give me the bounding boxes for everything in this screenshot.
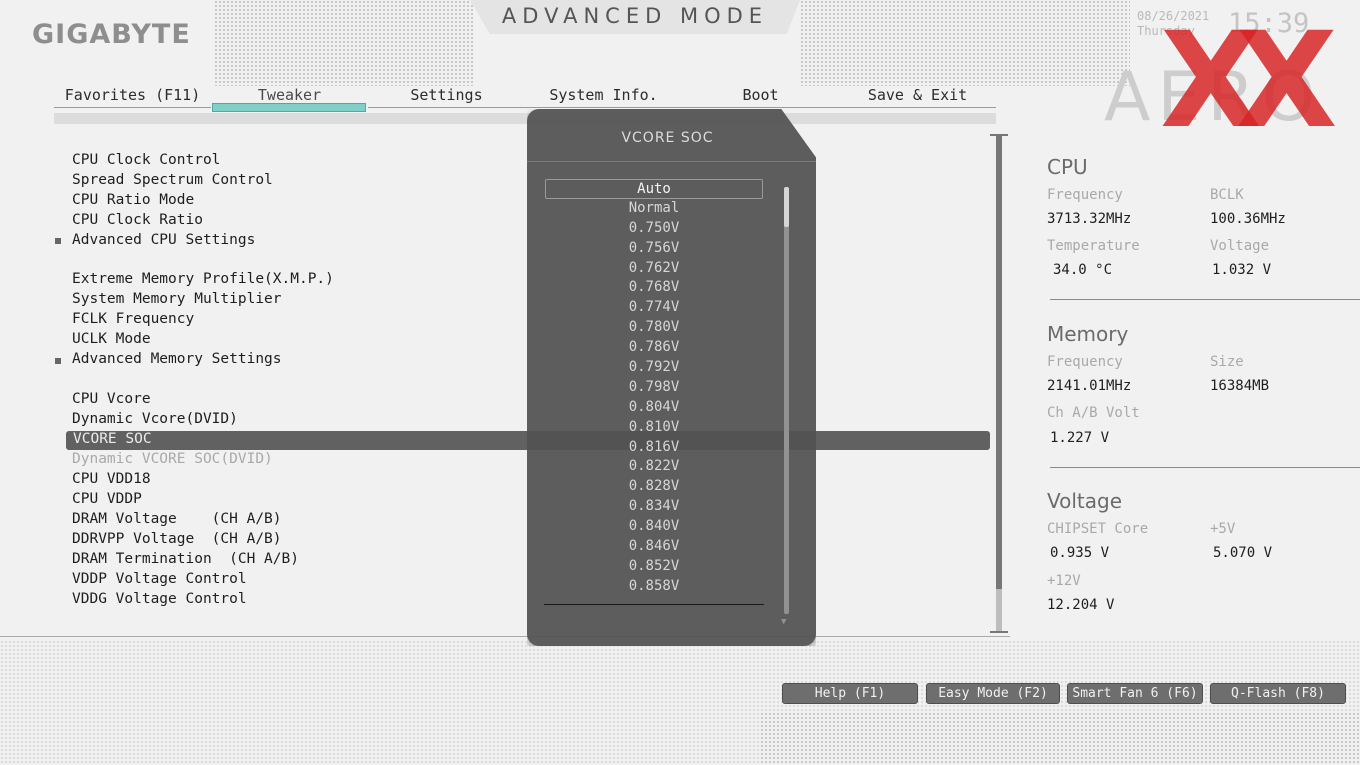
submenu-bullet-icon (55, 238, 61, 244)
popup-option[interactable]: 0.816V (545, 438, 763, 458)
main-scrollbar-thumb[interactable] (996, 589, 1002, 632)
scroll-down-arrow-icon[interactable]: ▼ (781, 617, 786, 627)
popup-option[interactable]: 0.786V (545, 338, 763, 358)
tab-tweaker[interactable]: Tweaker (211, 86, 368, 110)
cpu-section-title: CPU (1047, 155, 1088, 179)
cpu-bclk-label: BCLK (1210, 187, 1244, 203)
voltage-section-title: Voltage (1047, 489, 1123, 513)
menu-item-advanced-memory-settings[interactable]: Advanced Memory Settings (72, 351, 282, 367)
popup-divider (544, 604, 764, 605)
tab-settings[interactable]: Settings (368, 86, 525, 110)
popup-option[interactable]: 0.780V (545, 318, 763, 338)
popup-option[interactable]: 0.846V (545, 537, 763, 557)
main-scrollbar[interactable] (996, 136, 1002, 632)
memory-section-title: Memory (1047, 322, 1129, 346)
popup-option[interactable]: Normal (545, 199, 763, 219)
popup-option[interactable]: 0.768V (545, 278, 763, 298)
memory-volt-value: 1.227 V (1050, 430, 1110, 446)
chipset-core-value: 0.935 V (1050, 545, 1110, 561)
popup-option[interactable]: 0.762V (545, 259, 763, 279)
tab-system-info[interactable]: System Info. (525, 86, 682, 110)
menu-item-dynamic-vcore-soc: Dynamic VCORE SOC(DVID) (72, 451, 273, 467)
menu-item-dram-voltage[interactable]: DRAM Voltage (CH A/B) (72, 511, 282, 527)
memory-volt-label: Ch A/B Volt (1047, 405, 1140, 421)
menu-item-fclk-frequency[interactable]: FCLK Frequency (72, 311, 194, 327)
menu-item-cpu-clock-control[interactable]: CPU Clock Control (72, 152, 220, 168)
cpu-frequency-label: Frequency (1047, 187, 1123, 203)
menu-item-cpu-vcore[interactable]: CPU Vcore (72, 391, 151, 407)
cpu-frequency-value: 3713.32MHz (1047, 211, 1132, 227)
menu-item-vcore-soc[interactable]: VCORE SOC (73, 431, 152, 447)
popup-option[interactable]: 0.858V (545, 577, 763, 597)
section-divider (1050, 467, 1360, 468)
popup-option[interactable]: 0.750V (545, 219, 763, 239)
popup-option[interactable]: 0.822V (545, 457, 763, 477)
smart-fan-button[interactable]: Smart Fan 6 (F6) (1067, 683, 1203, 704)
menu-item-cpu-ratio-mode[interactable]: CPU Ratio Mode (72, 192, 194, 208)
plus5v-label: +5V (1210, 521, 1236, 537)
chipset-core-label: CHIPSET Core (1047, 521, 1149, 537)
popup-option[interactable]: 0.774V (545, 298, 763, 318)
popup-option[interactable]: 0.852V (545, 557, 763, 577)
scrollbar-cap (990, 631, 1008, 633)
popup-option[interactable]: 0.804V (545, 398, 763, 418)
page-title: ADVANCED MODE (501, 4, 769, 28)
cpu-temperature-label: Temperature (1047, 238, 1140, 254)
tab-favorites[interactable]: Favorites (F11) (54, 86, 211, 110)
menu-item-cpu-clock-ratio[interactable]: CPU Clock Ratio (72, 212, 203, 228)
memory-frequency-label: Frequency (1047, 354, 1123, 370)
cpu-voltage-label: Voltage (1210, 238, 1270, 254)
panel-border (0, 636, 1010, 637)
menu-item-uclk-mode[interactable]: UCLK Mode (72, 331, 151, 347)
memory-frequency-value: 2141.01MHz (1047, 378, 1132, 394)
tab-save-exit[interactable]: Save & Exit (839, 86, 996, 110)
popup-option[interactable]: 0.756V (545, 239, 763, 259)
menu-item-dram-termination[interactable]: DRAM Termination (CH A/B) (72, 551, 299, 567)
vcore-soc-popup: VCORE SOC Auto Normal 0.750V 0.756V 0.762V 0.… (527, 109, 816, 646)
tab-bar: Favorites (F11) Tweaker Settings System … (54, 86, 996, 124)
plus12v-label: +12V (1047, 573, 1081, 589)
q-flash-button[interactable]: Q-Flash (F8) (1210, 683, 1346, 704)
cpu-voltage-value: 1.032 V (1212, 262, 1272, 278)
menu-item-ddrvpp-voltage[interactable]: DDRVPP Voltage (CH A/B) (72, 531, 282, 547)
menu-item-vddp-voltage-control[interactable]: VDDP Voltage Control (72, 571, 247, 587)
popup-scrollbar-thumb[interactable] (784, 187, 789, 227)
cpu-temperature-value: 34.0 °C (1053, 262, 1113, 278)
menu-item-advanced-cpu-settings[interactable]: Advanced CPU Settings (72, 232, 255, 248)
popup-option[interactable]: 0.798V (545, 378, 763, 398)
plus12v-value: 12.204 V (1047, 597, 1115, 613)
popup-option[interactable]: 0.828V (545, 477, 763, 497)
popup-option-list: Auto Normal 0.750V 0.756V 0.762V 0.768V 0.774V… (545, 179, 763, 597)
memory-size-value: 16384MB (1210, 378, 1270, 394)
popup-scrollbar[interactable] (784, 187, 789, 614)
tab-boot[interactable]: Boot (682, 86, 839, 110)
popup-option[interactable]: Auto (545, 179, 763, 199)
help-button[interactable]: Help (F1) (782, 683, 918, 704)
menu-item-system-memory-multiplier[interactable]: System Memory Multiplier (72, 291, 282, 307)
menu-item-vddg-voltage-control[interactable]: VDDG Voltage Control (72, 591, 247, 607)
popup-option[interactable]: 0.792V (545, 358, 763, 378)
gigabyte-logo: GIGABYTE (32, 19, 191, 50)
menu-item-spread-spectrum-control[interactable]: Spread Spectrum Control (72, 172, 273, 188)
popup-option[interactable]: 0.834V (545, 497, 763, 517)
easy-mode-button[interactable]: Easy Mode (F2) (926, 683, 1060, 704)
tab-bar-base (54, 113, 996, 124)
menu-item-xmp[interactable]: Extreme Memory Profile(X.M.P.) (72, 271, 334, 287)
popup-option[interactable]: 0.840V (545, 517, 763, 537)
watermark-logo: XX (1160, 4, 1337, 158)
plus5v-value: 5.070 V (1213, 545, 1273, 561)
menu-item-cpu-vddp[interactable]: CPU VDDP (72, 491, 142, 507)
section-divider (1050, 299, 1360, 300)
memory-size-label: Size (1210, 354, 1244, 370)
popup-option[interactable]: 0.810V (545, 418, 763, 438)
popup-title: VCORE SOC (621, 130, 714, 146)
menu-item-cpu-vdd18[interactable]: CPU VDD18 (72, 471, 151, 487)
menu-item-dynamic-vcore[interactable]: Dynamic Vcore(DVID) (72, 411, 238, 427)
submenu-bullet-icon (55, 358, 61, 364)
cpu-bclk-value: 100.36MHz (1210, 211, 1286, 227)
